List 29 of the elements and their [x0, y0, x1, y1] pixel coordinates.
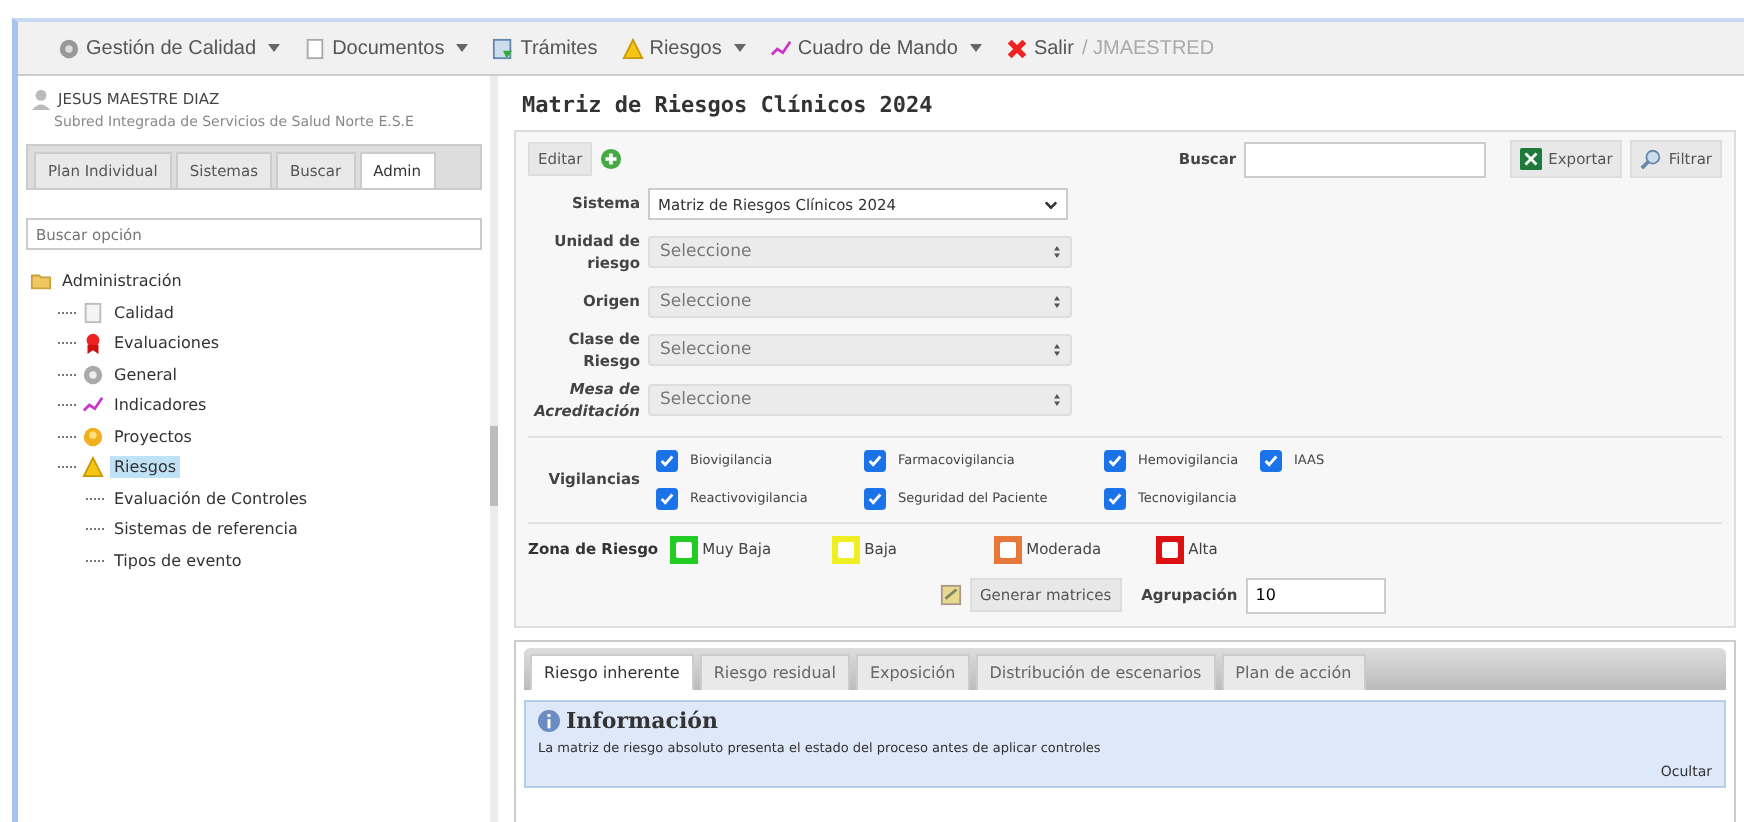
- tree-item[interactable]: Indicadores: [110, 394, 211, 417]
- tab[interactable]: Plan de acción: [1221, 653, 1366, 689]
- tree-item[interactable]: Tipos de evento: [110, 549, 246, 572]
- info-title: Información: [566, 707, 718, 733]
- menu-item[interactable]: Documentos: [304, 37, 469, 59]
- username-label: / JMAESTRED: [1081, 37, 1215, 59]
- select-field[interactable]: Seleccione: [648, 285, 1072, 317]
- tree-item[interactable]: Evaluaciones: [110, 332, 224, 355]
- tab[interactable]: Riesgo residual: [699, 653, 850, 689]
- tree-item[interactable]: Proyectos: [110, 425, 196, 448]
- menu-item[interactable]: Riesgos: [621, 37, 746, 59]
- tree-item[interactable]: Riesgos: [110, 456, 181, 479]
- select-field[interactable]: Seleccione: [648, 384, 1072, 417]
- select-field[interactable]: Seleccione: [648, 333, 1072, 366]
- menu-item[interactable]: Cuadro de Mando: [769, 37, 982, 59]
- tab[interactable]: Riesgo inherente: [530, 653, 694, 689]
- tree-item[interactable]: Sistemas de referencia: [110, 518, 302, 541]
- menu-item[interactable]: Salir: [1005, 37, 1074, 59]
- tree-item[interactable]: General: [110, 363, 182, 386]
- menu-item[interactable]: Gestión de Calidad: [58, 37, 281, 59]
- tree-item[interactable]: Administración: [58, 270, 186, 293]
- tab[interactable]: Exposición: [855, 653, 970, 689]
- tree-item[interactable]: Evaluación de Controles: [110, 487, 312, 510]
- menu-item[interactable]: Trámites: [492, 37, 598, 59]
- tree-item[interactable]: Calidad: [110, 301, 178, 324]
- tab[interactable]: Distribución de escenarios: [975, 653, 1216, 689]
- grouping-field[interactable]: 10: [1245, 577, 1386, 613]
- page-title: Matriz de Riesgos Clínicos 2024: [520, 90, 935, 122]
- select-field[interactable]: Seleccione: [648, 236, 1072, 269]
